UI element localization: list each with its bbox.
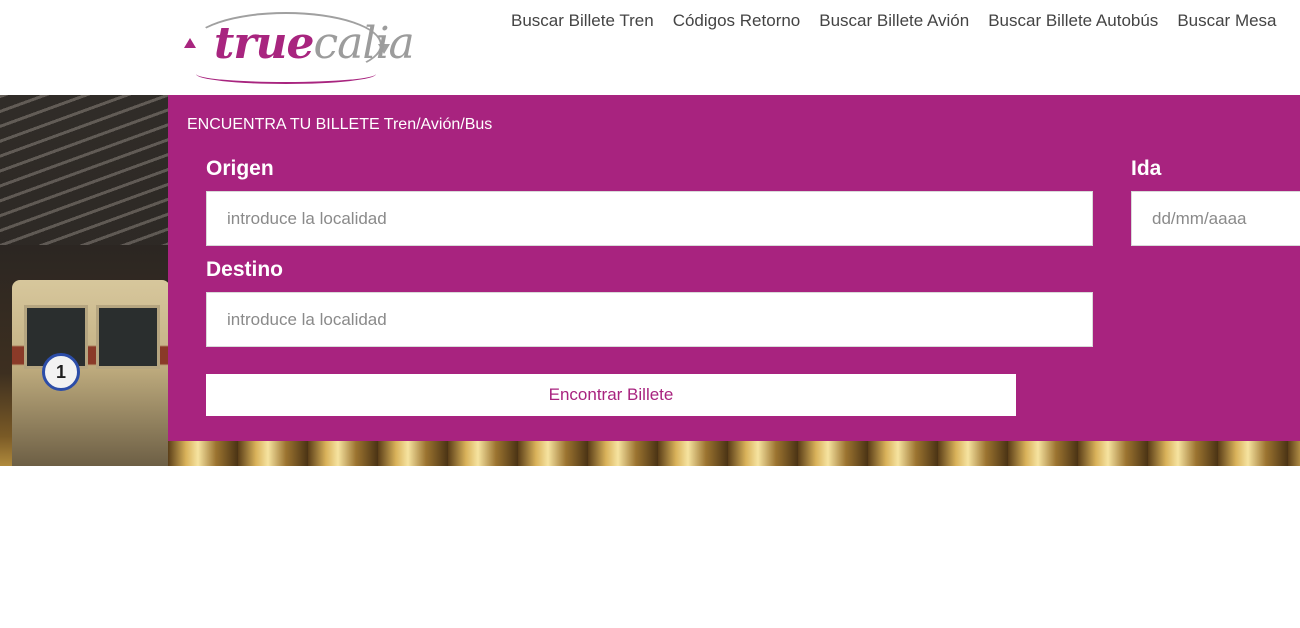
train-window (96, 305, 160, 369)
origin-input[interactable] (206, 191, 1093, 246)
nav-link-table[interactable]: Buscar Mesa (1177, 11, 1276, 31)
nav-link-flight[interactable]: Buscar Billete Avión (819, 11, 969, 31)
nav-link-return-codes[interactable]: Códigos Retorno (673, 11, 801, 31)
truecalia-logo[interactable]: truecalia (182, 6, 415, 84)
destination-input[interactable] (206, 292, 1093, 347)
station-lights (168, 437, 1300, 466)
find-ticket-button[interactable]: Encontrar Billete (206, 374, 1016, 416)
logo-text-true: true (214, 18, 314, 69)
platform-sign: 1 (42, 353, 80, 391)
search-panel-title: ENCUENTRA TU BILLETE Tren/Avión/Bus (187, 116, 493, 133)
origin-label: Origen (206, 157, 274, 180)
logo-text-calia: calia (313, 18, 415, 69)
departure-date-input[interactable] (1131, 191, 1300, 246)
destination-label: Destino (206, 258, 284, 281)
logo-arrow-up-icon (184, 38, 196, 48)
main-nav: Buscar Billete Tren Códigos Retorno Busc… (511, 11, 1296, 31)
station-roof (0, 95, 168, 245)
site-header: truecalia Buscar Billete Tren Códigos Re… (0, 0, 1300, 95)
ticket-search-panel: ENCUENTRA TU BILLETE Tren/Avión/Bus Orig… (168, 95, 1300, 441)
logo-wordmark: truecalia (214, 16, 415, 72)
nav-link-bus[interactable]: Buscar Billete Autobús (988, 11, 1158, 31)
departure-date-label: Ida (1131, 157, 1162, 180)
nav-link-train[interactable]: Buscar Billete Tren (511, 11, 654, 31)
